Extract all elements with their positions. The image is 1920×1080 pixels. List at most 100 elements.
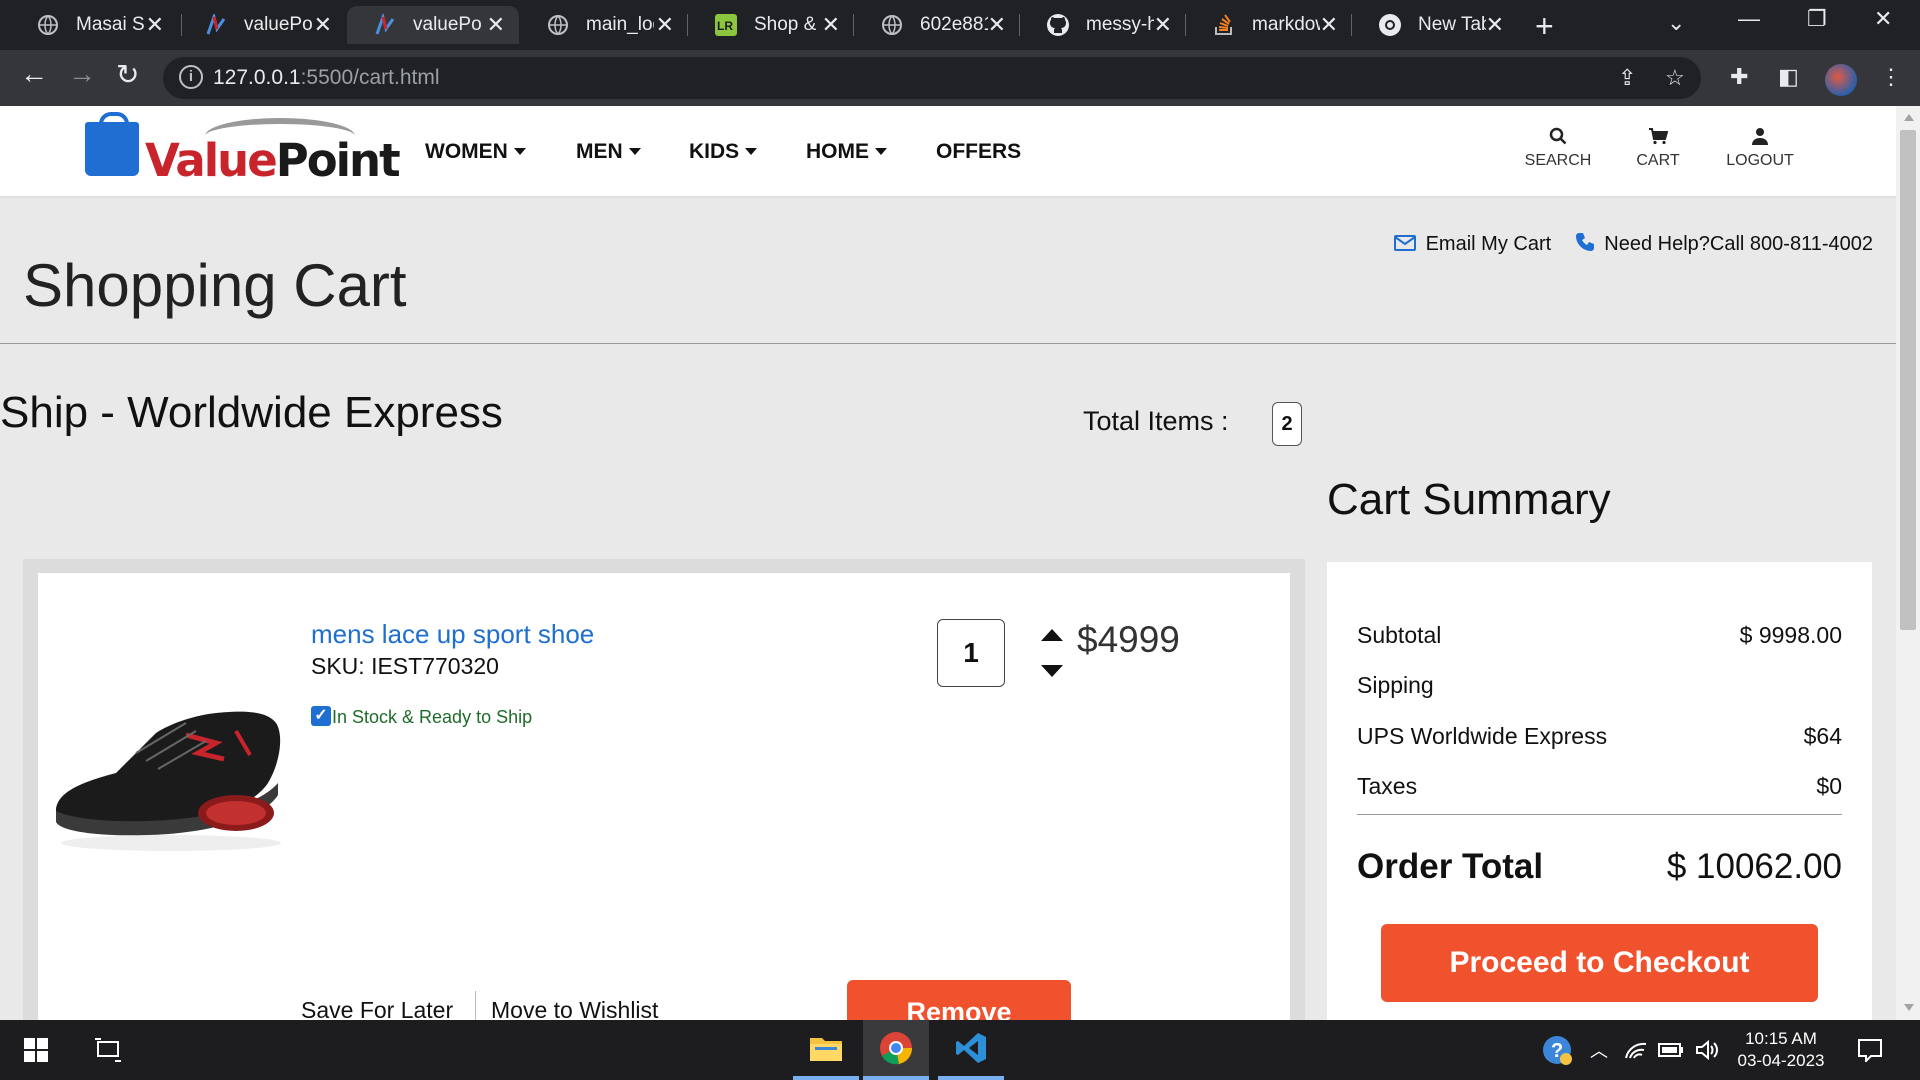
site-info-icon[interactable]: i — [179, 65, 203, 89]
help-icon[interactable]: ? — [1538, 1020, 1576, 1080]
tab-title: markdow — [1252, 14, 1320, 35]
bookmark-star-icon[interactable]: ☆ — [1665, 65, 1685, 91]
nav-men[interactable]: MEN — [576, 140, 641, 164]
valuepoint-logo[interactable]: ValuePoint — [85, 112, 401, 187]
close-icon[interactable]: ✕ — [314, 12, 332, 38]
close-icon[interactable]: ✕ — [822, 12, 840, 38]
github-icon — [1046, 13, 1070, 37]
caret-down-icon — [745, 148, 758, 155]
stackoverflow-icon — [1212, 13, 1236, 37]
task-view-icon[interactable] — [86, 1020, 130, 1080]
caret-down-icon — [513, 148, 526, 155]
system-clock[interactable]: 10:15 AM 03-04-2023 — [1731, 1028, 1831, 1072]
nav-offers[interactable]: OFFERS — [936, 140, 1021, 164]
header-cart-button[interactable]: CART — [1628, 126, 1688, 170]
scrollbar-thumb[interactable] — [1900, 130, 1916, 630]
page-scrollbar[interactable] — [1896, 106, 1920, 1020]
close-icon[interactable]: ✕ — [146, 12, 164, 38]
minimize-button[interactable]: — — [1738, 6, 1760, 32]
chevron-up-icon[interactable]: ︿ — [1588, 1020, 1610, 1080]
forward-button[interactable]: → — [68, 58, 96, 90]
subtotal-row: Subtotal $ 9998.00 — [1357, 622, 1842, 649]
side-panel-icon[interactable]: ◧ — [1778, 64, 1799, 90]
order-total-row: Order Total $ 10062.00 — [1357, 847, 1842, 887]
windows-start-icon[interactable] — [14, 1020, 58, 1080]
browser-tab[interactable]: 602e881 ✕ — [854, 6, 1020, 44]
logo-value: Value — [145, 134, 278, 187]
browser-tab[interactable]: messy-h ✕ — [1020, 6, 1186, 44]
browser-tab[interactable]: New Tab ✕ — [1352, 6, 1518, 44]
cart-item: mens lace up sport shoe SKU: IEST770320 … — [38, 573, 1290, 1020]
nav-home[interactable]: HOME — [806, 140, 887, 164]
cart-summary-panel: Subtotal $ 9998.00 Sipping UPS Worldwide … — [1327, 562, 1872, 1020]
share-icon[interactable]: ⇪ — [1618, 65, 1636, 91]
close-window-button[interactable]: ✕ — [1874, 6, 1892, 32]
close-icon[interactable]: ✕ — [487, 12, 505, 38]
stock-checkbox[interactable]: ✓ — [311, 706, 331, 726]
address-bar[interactable]: i 127.0.0.1:5500/cart.html ⇪ ☆ — [163, 57, 1701, 99]
remove-button[interactable]: Remove — [847, 980, 1071, 1020]
tab-title: main_log — [586, 14, 654, 35]
nav-label: OFFERS — [936, 140, 1022, 163]
notifications-icon[interactable] — [1855, 1020, 1885, 1080]
more-menu-icon[interactable]: ⋮ — [1880, 64, 1902, 90]
battery-icon[interactable] — [1657, 1020, 1685, 1080]
browser-tab[interactable]: valuePoi ✕ — [178, 6, 346, 44]
tab-title: New Tab — [1418, 14, 1486, 35]
email-cart-link[interactable]: Email My Cart — [1426, 233, 1552, 255]
quantity-decrease-icon[interactable] — [1041, 665, 1063, 677]
scroll-down-arrow-icon[interactable] — [1904, 1004, 1914, 1011]
restore-button[interactable]: ❐ — [1807, 6, 1827, 32]
profile-avatar[interactable] — [1825, 64, 1857, 96]
quantity-increase-icon[interactable] — [1041, 629, 1063, 641]
browser-tab[interactable]: LR Shop & ( ✕ — [688, 6, 854, 44]
extensions-icon[interactable]: ✚ — [1730, 64, 1748, 90]
browser-tab[interactable]: markdow ✕ — [1186, 6, 1352, 44]
tab-title: 602e881 — [920, 14, 988, 35]
search-label: SEARCH — [1524, 152, 1592, 169]
nav-women[interactable]: WOMEN — [425, 140, 526, 164]
new-tab-button[interactable]: + — [1535, 8, 1554, 45]
subtotal-label: Subtotal — [1357, 622, 1442, 648]
close-icon[interactable]: ✕ — [1486, 12, 1504, 38]
file-explorer-icon[interactable] — [793, 1020, 859, 1080]
taxes-row: Taxes $0 — [1357, 773, 1842, 800]
tab-title: Masai Sc — [76, 14, 144, 35]
browser-tab-active[interactable]: valuePoi ✕ — [347, 6, 519, 44]
globe-icon — [880, 13, 904, 37]
browser-tab[interactable]: main_log ✕ — [520, 6, 688, 44]
volume-icon[interactable] — [1694, 1020, 1720, 1080]
clock-time: 10:15 AM — [1745, 1029, 1817, 1048]
quantity-input[interactable]: 1 — [937, 619, 1005, 687]
tab-search-icon[interactable]: ⌄ — [1667, 10, 1685, 36]
close-icon[interactable]: ✕ — [1154, 12, 1172, 38]
product-name-link[interactable]: mens lace up sport shoe — [311, 619, 594, 650]
nav-label: HOME — [806, 140, 869, 163]
save-for-later-link[interactable]: Save For Later — [301, 997, 453, 1020]
close-icon[interactable]: ✕ — [988, 12, 1006, 38]
cart-summary-title: Cart Summary — [1327, 475, 1611, 524]
user-icon — [1720, 126, 1800, 152]
tab-title: messy-h — [1086, 14, 1154, 35]
shipping-method-title: Ship - Worldwide Express — [0, 388, 503, 437]
header-search-button[interactable]: SEARCH — [1523, 126, 1593, 170]
browser-tab[interactable]: Masai Sc ✕ — [10, 6, 178, 44]
header-logout-button[interactable]: LOGOUT — [1720, 126, 1800, 170]
order-total-label: Order Total — [1357, 847, 1544, 886]
move-to-wishlist-link[interactable]: Move to Wishlist — [491, 997, 658, 1020]
nav-kids[interactable]: KIDS — [689, 140, 758, 164]
url-path: :5500/cart.html — [300, 66, 440, 89]
order-total-value: $ 10062.00 — [1666, 847, 1842, 886]
back-button[interactable]: ← — [20, 58, 48, 90]
proceed-to-checkout-button[interactable]: Proceed to Checkout — [1381, 924, 1818, 1002]
help-phone-text[interactable]: Need Help?Call 800-811-4002 — [1604, 233, 1873, 255]
vscode-icon[interactable] — [938, 1020, 1004, 1080]
close-icon[interactable]: ✕ — [656, 12, 674, 38]
chrome-taskbar-icon[interactable] — [863, 1020, 929, 1080]
url-text[interactable]: 127.0.0.1:5500/cart.html — [213, 66, 440, 90]
product-image[interactable] — [46, 683, 296, 863]
wifi-icon[interactable] — [1623, 1020, 1649, 1080]
scroll-up-arrow-icon[interactable] — [1904, 114, 1914, 121]
reload-button[interactable]: ↻ — [116, 58, 139, 91]
close-icon[interactable]: ✕ — [1320, 12, 1338, 38]
